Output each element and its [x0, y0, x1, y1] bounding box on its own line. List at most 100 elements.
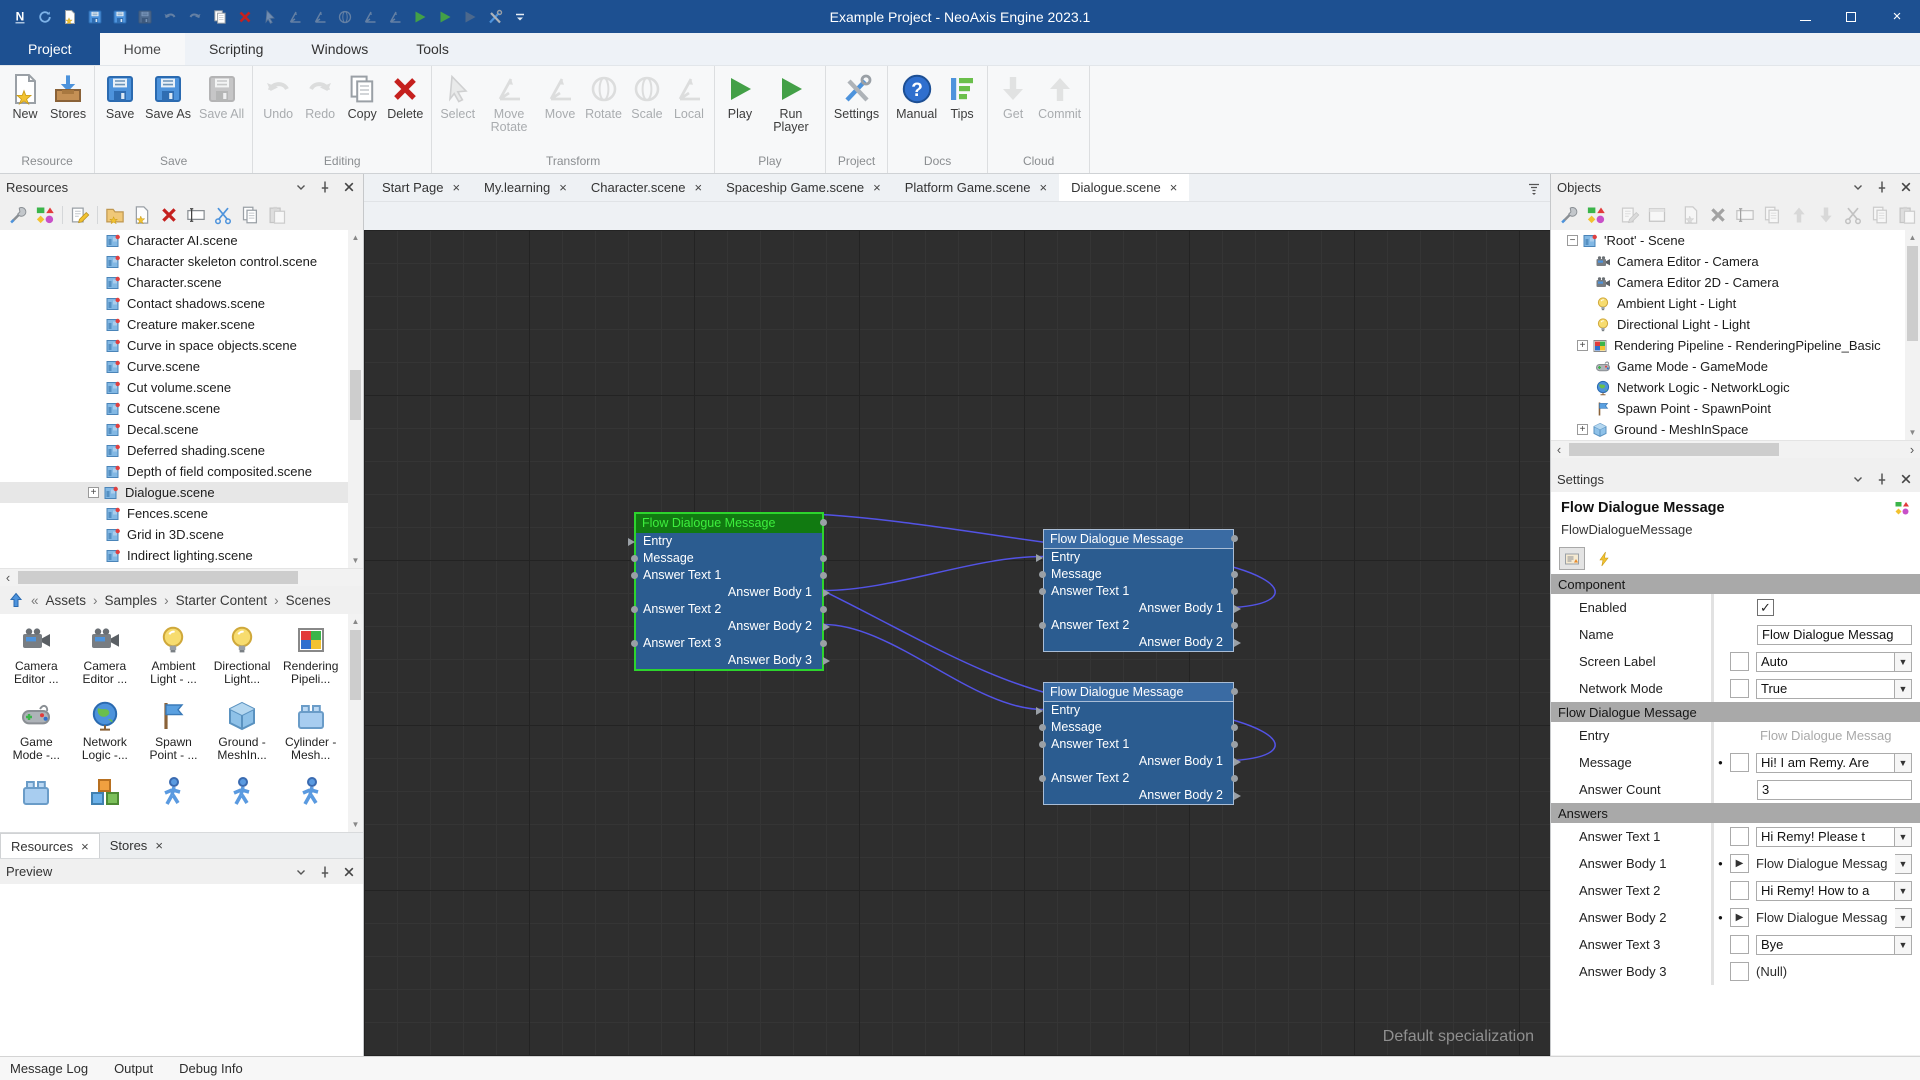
ribbon-button-save[interactable]: Save	[99, 71, 141, 123]
tree-item[interactable]: Curve.scene	[0, 356, 363, 377]
dropdown-arrow-icon[interactable]: ▼	[1895, 827, 1912, 847]
tree-item[interactable]: Grid in 3D.scene	[0, 524, 363, 545]
flow-node-pin-answer-text-1[interactable]: Answer Text 1	[1044, 736, 1233, 753]
socket-icon[interactable]	[1234, 639, 1241, 647]
ribbon-button-run-player[interactable]: Run Player	[761, 71, 821, 136]
close-icon[interactable]: ×	[1170, 180, 1178, 195]
doc-tab-platform-game-scene[interactable]: Platform Game.scene×	[893, 174, 1059, 201]
tree-item[interactable]: Curve in space objects.scene	[0, 335, 363, 356]
doc-tab-dialogue-scene[interactable]: Dialogue.scene×	[1059, 174, 1189, 201]
socket-icon[interactable]	[1234, 605, 1241, 613]
tree-item[interactable]: Character skeleton control.scene	[0, 251, 363, 272]
tree-item[interactable]: Cutscene.scene	[0, 398, 363, 419]
ribbon-button-delete[interactable]: Delete	[383, 71, 427, 123]
scroll-thumb[interactable]	[18, 571, 298, 584]
flow-node-n2[interactable]: Flow Dialogue MessageEntryMessageAnswer …	[1043, 529, 1234, 652]
gizmo-icon[interactable]	[387, 9, 403, 25]
scroll-right-icon[interactable]: ›	[1904, 441, 1920, 459]
overflow-icon[interactable]	[512, 9, 528, 25]
close-icon[interactable]: ×	[559, 180, 567, 195]
socket-icon[interactable]	[1234, 758, 1241, 766]
combo-field[interactable]: True	[1756, 679, 1895, 699]
resource-thumbnail[interactable]: Directional Light...	[208, 618, 277, 694]
pencil-icon[interactable]	[1620, 205, 1640, 225]
flow-node-pin-answer-body-1[interactable]: Answer Body 1	[636, 584, 822, 601]
socket-icon[interactable]	[1036, 707, 1043, 715]
flow-wire[interactable]	[824, 625, 1043, 710]
resource-thumbnail[interactable]	[208, 770, 277, 832]
doc-tab-start-page[interactable]: Start Page×	[370, 174, 472, 201]
menu-tab-scripting[interactable]: Scripting	[185, 33, 287, 65]
tree-item[interactable]: Deferred shading.scene	[0, 440, 363, 461]
ribbon-button-rotate[interactable]: Rotate	[581, 71, 626, 123]
breadcrumb-item[interactable]: Starter Content	[176, 593, 268, 608]
chevron-down-icon[interactable]	[293, 864, 309, 880]
resources-v-scrollbar[interactable]: ▲▼	[348, 230, 363, 568]
flow-node-pin-answer-text-1[interactable]: Answer Text 1	[1044, 583, 1233, 600]
flow-node-pin-answer-text-2[interactable]: Answer Text 2	[1044, 770, 1233, 787]
resource-thumbnail[interactable]: Network Logic -...	[71, 694, 140, 770]
resource-thumbnail[interactable]: Camera Editor ...	[71, 618, 140, 694]
socket-icon[interactable]	[823, 589, 830, 597]
close-icon[interactable]: ×	[81, 839, 89, 854]
tree-item[interactable]: +Ground - MeshInSpace	[1551, 419, 1920, 440]
expander-icon[interactable]: +	[88, 487, 99, 498]
doc-tab-character-scene[interactable]: Character.scene×	[579, 174, 714, 201]
cursor-icon[interactable]	[262, 9, 278, 25]
resource-thumbnail[interactable]: Game Mode -...	[2, 694, 71, 770]
x-red-icon[interactable]	[1708, 205, 1728, 225]
undo-icon[interactable]	[162, 9, 178, 25]
ribbon-button-save-as[interactable]: Save As	[141, 71, 195, 123]
dropdown-arrow-icon[interactable]: ▼	[1895, 935, 1912, 955]
scissors-icon[interactable]	[1843, 205, 1863, 225]
ribbon-button-play[interactable]: Play	[719, 71, 761, 123]
redo-icon[interactable]	[187, 9, 203, 25]
resource-thumbnail[interactable]: Cylinder - Mesh...	[276, 694, 345, 770]
play-icon[interactable]	[437, 9, 453, 25]
expander-icon[interactable]: +	[1577, 424, 1588, 435]
tree-item[interactable]: Indirect lighting.scene	[0, 545, 363, 566]
ribbon-button-copy[interactable]: Copy	[341, 71, 383, 123]
ribbon-button-move-rotate[interactable]: Move Rotate	[479, 71, 539, 136]
socket-icon[interactable]	[1039, 571, 1046, 578]
ribbon-button-stores[interactable]: Stores	[46, 71, 90, 123]
socket-icon[interactable]	[820, 555, 827, 562]
shapes-icon[interactable]	[1894, 500, 1910, 516]
play-icon[interactable]	[462, 9, 478, 25]
tree-item[interactable]: Decal.scene	[0, 419, 363, 440]
socket-icon[interactable]	[1231, 741, 1238, 748]
socket-icon[interactable]	[1039, 588, 1046, 595]
ribbon-button-select[interactable]: Select	[436, 71, 479, 123]
flow-node-pin-answer-text-3[interactable]: Answer Text 3	[636, 635, 822, 652]
socket-icon[interactable]	[1036, 554, 1043, 562]
paste-icon[interactable]	[1897, 205, 1917, 225]
close-icon[interactable]: ×	[155, 838, 163, 853]
shapes-icon[interactable]	[35, 205, 55, 225]
default-toggle-box[interactable]	[1730, 753, 1749, 772]
resource-thumbnail[interactable]	[276, 770, 345, 832]
tree-item[interactable]: Network Logic - NetworkLogic	[1551, 377, 1920, 398]
socket-icon[interactable]	[631, 606, 638, 613]
resource-thumbnail[interactable]: Ground - MeshIn...	[208, 694, 277, 770]
sync-icon[interactable]	[37, 9, 53, 25]
close-icon[interactable]: ×	[695, 180, 703, 195]
socket-icon[interactable]	[1039, 775, 1046, 782]
close-icon[interactable]: ×	[873, 180, 881, 195]
tree-item[interactable]: Character.scene	[0, 272, 363, 293]
settings-group-header[interactable]: Component	[1551, 574, 1920, 594]
settings-group-header[interactable]: Flow Dialogue Message	[1551, 702, 1920, 722]
chevron-down-icon[interactable]	[293, 179, 309, 195]
flow-node-pin-entry[interactable]: Entry	[1044, 702, 1233, 719]
scroll-left-icon[interactable]: ‹	[1551, 441, 1567, 459]
menu-tab-tools[interactable]: Tools	[392, 33, 473, 65]
resource-thumbnail[interactable]	[2, 770, 71, 832]
flow-node-pin-answer-body-2[interactable]: Answer Body 2	[1044, 634, 1233, 651]
socket-icon[interactable]	[1039, 741, 1046, 748]
close-icon[interactable]	[1898, 471, 1914, 487]
dropdown-arrow-icon[interactable]: ▼	[1895, 854, 1912, 874]
ribbon-button-scale[interactable]: Scale	[626, 71, 668, 123]
flow-node-pin-answer-body-2[interactable]: Answer Body 2	[1044, 787, 1233, 804]
ribbon-button-undo[interactable]: Undo	[257, 71, 299, 123]
copy-icon[interactable]	[240, 205, 260, 225]
flow-node-pin-entry[interactable]: Entry	[636, 533, 822, 550]
